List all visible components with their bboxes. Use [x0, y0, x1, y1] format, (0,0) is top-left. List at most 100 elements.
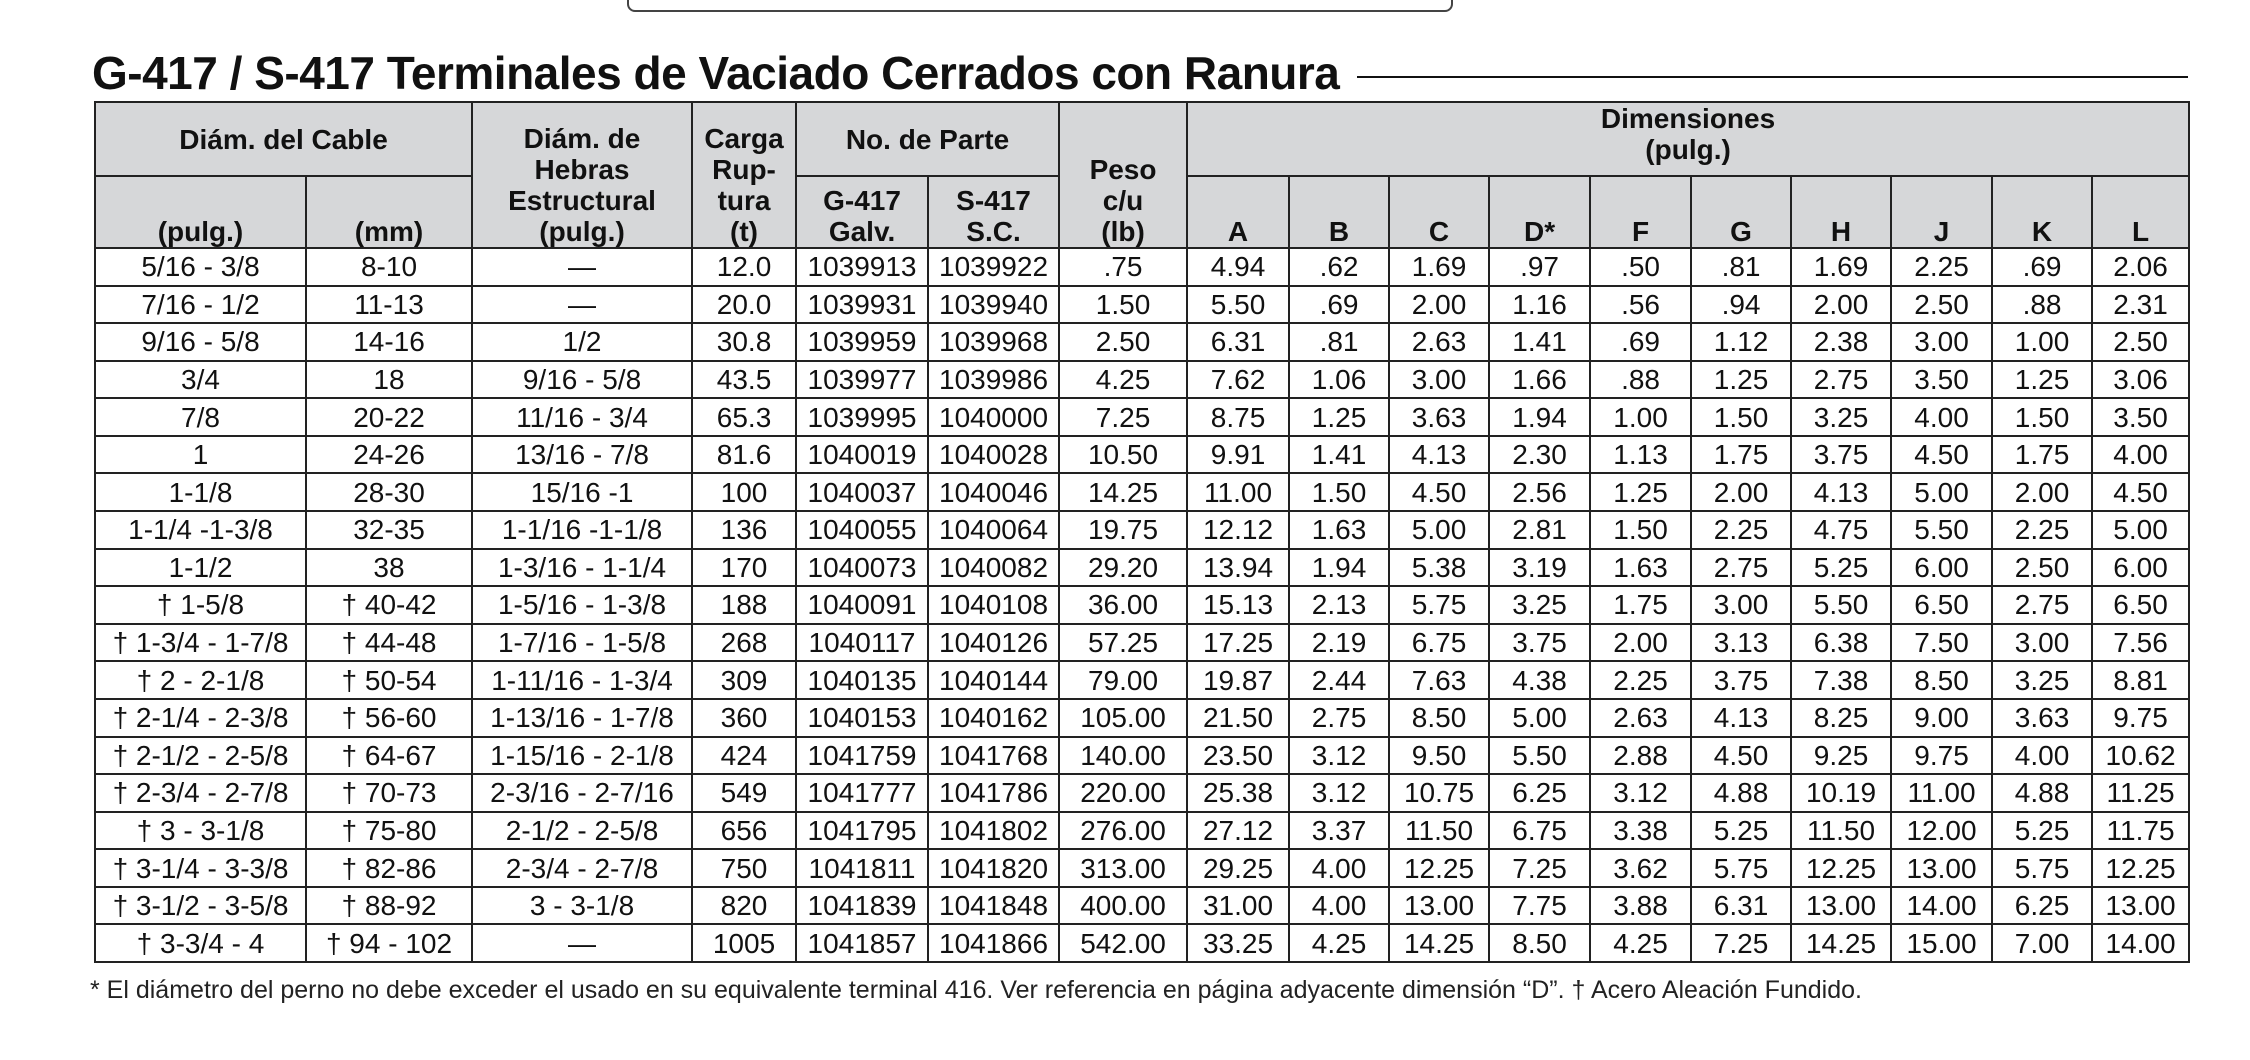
table-cell: 11.00 — [1890, 773, 1994, 813]
table-row: † 2 - 2-1/8 † 50-54 1-11/16 - 1-3/4 309 1040… — [94, 660, 2191, 700]
table-row: 1-1/4 -1-3/8 32-35 1-1/16 -1-1/8 136 1040055… — [94, 510, 2191, 550]
table-cell: 7.75 — [1488, 885, 1592, 926]
table-cell: 1039959 — [795, 322, 930, 362]
table-cell: 1041839 — [795, 885, 930, 926]
table-cell: 140.00 — [1058, 735, 1189, 776]
table-cell: 2.25 — [1690, 510, 1793, 550]
table-cell: 9/16 - 5/8 — [471, 359, 694, 400]
table-cell: 1040082 — [927, 547, 1061, 588]
table-cell: † 70-73 — [304, 773, 474, 813]
table-cell: 5.75 — [1690, 848, 1793, 888]
table-cell: — — [471, 247, 694, 287]
table-cell: 268 — [691, 622, 798, 663]
table-cell: 2.13 — [1288, 585, 1391, 625]
table-cell: 9.91 — [1186, 434, 1291, 475]
header-dim-f: F — [1589, 175, 1693, 249]
table-cell: 1041802 — [927, 810, 1061, 851]
table-cell: 4.75 — [1790, 510, 1893, 550]
table-cell: — — [471, 923, 694, 963]
table-cell: 4.00 — [1288, 885, 1391, 926]
table-cell: 4.13 — [1388, 434, 1491, 475]
table-cell: 8-10 — [304, 247, 474, 287]
table-cell: 13.00 — [2091, 885, 2191, 926]
table-cell: 360 — [691, 697, 798, 738]
table-cell: 1.00 — [1991, 322, 2094, 362]
table-cell: 21.50 — [1186, 697, 1291, 738]
table-cell: 8.50 — [1388, 697, 1491, 738]
table-cell: † 40-42 — [304, 585, 474, 625]
table-cell: 4.13 — [1790, 472, 1893, 513]
table-cell: 25.38 — [1186, 773, 1291, 813]
table-cell: 1040028 — [927, 434, 1061, 475]
table-cell: 1.25 — [1288, 397, 1391, 437]
table-cell: 1/2 — [471, 322, 694, 362]
table-row: † 1-5/8 † 40-42 1-5/16 - 1-3/8 188 1040091 10… — [94, 585, 2191, 625]
table-row: 1-1/8 28-30 15/16 -1 100 1040037 1040046 14.25… — [94, 472, 2191, 513]
table-cell: † 44-48 — [304, 622, 474, 663]
table-cell: 8.50 — [1488, 923, 1592, 963]
table-cell: 1040162 — [927, 697, 1061, 738]
table-cell: 3.75 — [1488, 622, 1592, 663]
table-cell: 1.94 — [1488, 397, 1592, 437]
header-dim-b: B — [1288, 175, 1391, 249]
table-cell: 3.25 — [1991, 660, 2094, 700]
table-cell: 14.00 — [2091, 923, 2191, 963]
table-cell: 1.63 — [1288, 510, 1391, 550]
header-dim-g: G — [1690, 175, 1793, 249]
table-cell: 1041786 — [927, 773, 1061, 813]
table-cell: 2.44 — [1288, 660, 1391, 700]
table-cell: 79.00 — [1058, 660, 1189, 700]
table-cell: 28-30 — [304, 472, 474, 513]
header-dim-k: K — [1991, 175, 2094, 249]
table-cell: 1041795 — [795, 810, 930, 851]
table-cell: 36.00 — [1058, 585, 1189, 625]
table-cell: 1040108 — [927, 585, 1061, 625]
table-cell: 3.63 — [1388, 397, 1491, 437]
table-cell: 14.25 — [1058, 472, 1189, 513]
table-row: 7/8 20-22 11/16 - 3/4 65.3 1039995 1040000 7.2… — [94, 397, 2191, 437]
table-cell: 9.75 — [2091, 697, 2191, 738]
title-row: G-417 / S-417 Terminales de Vaciado Cerr… — [92, 44, 2188, 102]
table-cell: 3.50 — [2091, 397, 2191, 437]
table-cell: 2.00 — [1790, 284, 1893, 325]
table-cell: 2.06 — [2091, 247, 2191, 287]
table-cell: 1041848 — [927, 885, 1061, 926]
table-cell: 10.75 — [1388, 773, 1491, 813]
table-cell: 1.66 — [1488, 359, 1592, 400]
table-cell: 29.25 — [1186, 848, 1291, 888]
table-cell: 1-1/8 — [94, 472, 307, 513]
table-cell: .62 — [1288, 247, 1391, 287]
table-cell: 2.75 — [1690, 547, 1793, 588]
table-cell: 15.00 — [1890, 923, 1994, 963]
table-cell: 11.25 — [2091, 773, 2191, 813]
table-cell: 23.50 — [1186, 735, 1291, 776]
table-cell: 1.50 — [1690, 397, 1793, 437]
table-cell: 1040117 — [795, 622, 930, 663]
table-row: † 3-1/2 - 3-5/8 † 88-92 3 - 3-1/8 820 104183… — [94, 885, 2191, 926]
table-cell: 1.69 — [1388, 247, 1491, 287]
table-cell: .69 — [1589, 322, 1693, 362]
table-cell: † 3-1/2 - 3-5/8 — [94, 885, 307, 926]
table-cell: 2.50 — [1890, 284, 1994, 325]
table-cell: 6.38 — [1790, 622, 1893, 663]
table-row: † 1-3/4 - 1-7/8 † 44-48 1-7/16 - 1-5/8 268 1… — [94, 622, 2191, 663]
table-cell: 1.25 — [1589, 472, 1693, 513]
table-cell: 3.00 — [1690, 585, 1793, 625]
table-cell: 1.13 — [1589, 434, 1693, 475]
header-dim-l: L — [2091, 175, 2191, 249]
table-row: 9/16 - 5/8 14-16 1/2 30.8 1039959 1039968 2.50… — [94, 322, 2191, 362]
table-cell: 6.00 — [2091, 547, 2191, 588]
spec-table-body: 5/16 - 3/8 8-10—12.0 1039913 1039922.75 4.94… — [94, 247, 2191, 963]
table-cell: 1040144 — [927, 660, 1061, 700]
table-cell: 5.50 — [1790, 585, 1893, 625]
table-cell: 1039995 — [795, 397, 930, 437]
table-cell: 1040046 — [927, 472, 1061, 513]
table-cell: 1041866 — [927, 923, 1061, 963]
table-cell: 12.25 — [1790, 848, 1893, 888]
table-row: † 2-1/2 - 2-5/8 † 64-67 1-15/16 - 2-1/8 424… — [94, 735, 2191, 776]
table-cell: 2.00 — [1388, 284, 1491, 325]
table-cell: 7.62 — [1186, 359, 1291, 400]
table-cell: 1-1/2 — [94, 547, 307, 588]
table-cell: 2.75 — [1991, 585, 2094, 625]
table-cell: 33.25 — [1186, 923, 1291, 963]
